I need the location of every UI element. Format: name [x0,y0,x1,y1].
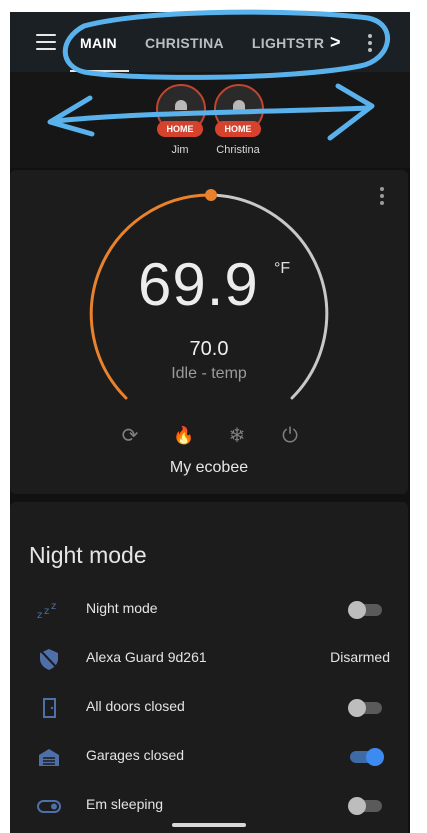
badge-name: Jim [171,144,189,156]
home-state-pill: HOME [157,121,203,137]
tab-christina[interactable]: CHRISTINA [145,12,224,72]
home-indicator[interactable] [172,823,246,827]
toggle-switch-icon [36,794,62,818]
thermostat-card: 69.9 °F 70.0 Idle - temp ⟳ 🔥 ❄ ⏻ My ecob… [10,170,408,494]
all-doors-toggle[interactable] [348,699,384,717]
badge-name: Christina [216,144,260,156]
tab-lightstrip[interactable]: LIGHTSTR [252,12,326,72]
night-mode-toggle[interactable] [348,601,384,619]
home-state-pill: HOME [215,121,261,137]
entity-row-alexa-guard[interactable]: Alexa Guard 9d261 Disarmed [10,639,408,679]
night-mode-card: Night mode zzz Night mode Alexa Guard 9d… [10,502,408,833]
entity-label: Em sleeping [86,796,164,812]
power-icon[interactable]: ⏻ [277,423,303,449]
person-badges-bar: HOME Jim HOME Christina [10,72,410,168]
shield-off-icon [36,647,62,671]
svg-text:z: z [51,601,56,612]
garages-toggle[interactable] [348,748,384,766]
sleep-icon: zzz [36,598,62,622]
svg-text:z: z [37,610,42,621]
entity-row-em-sleeping[interactable]: Em sleeping [10,786,408,826]
entity-row-night-mode[interactable]: zzz Night mode [10,590,408,630]
thermostat-name: My ecobee [169,459,249,476]
entity-row-all-doors[interactable]: All doors closed [10,688,408,728]
person-badge-jim[interactable]: HOME Jim [156,84,206,156]
entity-label: All doors closed [86,698,185,714]
hvac-mode-bar: ⟳ 🔥 ❄ ⏻ [117,423,307,451]
tab-main[interactable]: MAIN [70,12,129,72]
em-sleeping-toggle[interactable] [348,797,384,815]
svg-text:z: z [44,606,49,617]
person-badge-christina[interactable]: HOME Christina [214,84,264,156]
entity-label: Night mode [86,600,158,616]
hamburger-icon[interactable] [36,34,56,50]
snowflake-icon[interactable]: ❄ [224,423,250,449]
setpoint-handle [205,189,217,201]
current-temperature: 69.9 [138,251,259,318]
temperature-unit: °F [274,260,291,277]
garage-icon [36,745,62,769]
entity-label: Garages closed [86,747,185,763]
entity-label: Alexa Guard 9d261 [86,649,207,665]
app-header: MAIN CHRISTINA LIGHTSTR > [10,12,410,72]
target-temperature[interactable]: 70.0 [10,338,408,361]
fire-icon[interactable]: 🔥 [171,423,197,449]
entity-row-garages[interactable]: Garages closed [10,737,408,777]
hvac-action: Idle - temp [171,365,247,382]
door-icon [36,696,62,720]
chevron-right-icon[interactable]: > [330,32,341,53]
card-title: Night mode [29,542,147,568]
more-vertical-icon[interactable] [368,34,372,55]
phone-screen: MAIN CHRISTINA LIGHTSTR > HOME Jim HOME … [10,12,410,833]
entity-state: Disarmed [330,649,390,665]
sync-icon[interactable]: ⟳ [117,423,143,449]
